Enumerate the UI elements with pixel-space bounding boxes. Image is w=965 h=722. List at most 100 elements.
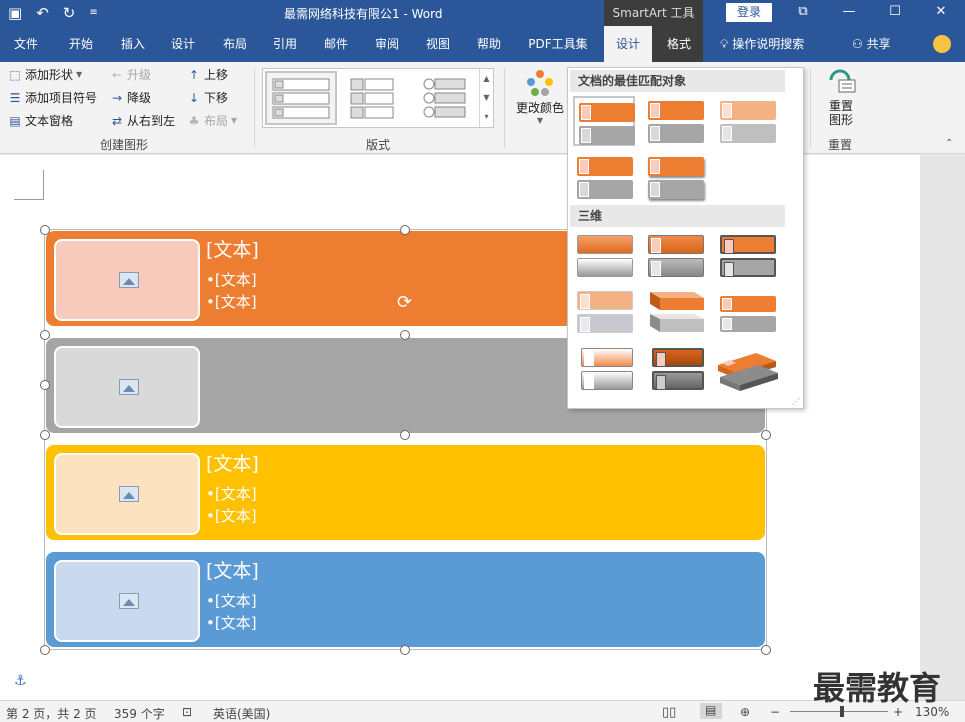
style-3d-cartoon[interactable] xyxy=(716,230,778,280)
change-colors-button[interactable]: 更改颜色 ▼ xyxy=(512,68,568,128)
resize-handle[interactable] xyxy=(40,330,50,340)
vertical-scrollbar[interactable] xyxy=(920,155,965,700)
picture-placeholder[interactable] xyxy=(54,346,200,428)
read-mode-icon[interactable]: ▯▯ xyxy=(662,705,676,720)
style-moderate-effect[interactable] xyxy=(573,152,635,202)
tab-design[interactable]: 设计 xyxy=(160,26,206,62)
style-3d-perspective[interactable] xyxy=(716,343,778,393)
add-shape-button[interactable]: ⬚ 添加形状 ▼ xyxy=(8,66,82,83)
language-indicator[interactable]: 英语(美国) xyxy=(213,705,270,722)
row-bullet[interactable]: •[文本] xyxy=(206,590,257,611)
move-down-button[interactable]: ↓ 下移 xyxy=(187,89,228,106)
proofing-icon[interactable]: ⊡ xyxy=(182,705,192,719)
layout-button[interactable]: ♣ 布局 ▼ xyxy=(187,112,238,129)
close-button[interactable]: ✕ xyxy=(918,0,964,26)
undo-icon[interactable]: ↶ xyxy=(36,3,49,23)
row-title[interactable]: [文本] xyxy=(206,556,259,583)
resize-handle[interactable] xyxy=(761,430,771,440)
style-3d-polished[interactable] xyxy=(573,230,635,280)
save-icon[interactable]: ▣ xyxy=(8,3,22,23)
move-up-button[interactable]: ↑ 上移 xyxy=(187,66,228,83)
picture-placeholder[interactable] xyxy=(54,560,200,642)
row-bullet[interactable]: •[文本] xyxy=(206,612,257,633)
smiley-icon[interactable] xyxy=(933,35,951,53)
collapse-ribbon-icon[interactable]: ⌃ xyxy=(945,138,953,149)
row-bullet[interactable]: •[文本] xyxy=(206,505,257,526)
maximize-button[interactable]: ☐ xyxy=(872,0,918,26)
share-button[interactable]: ⚇ 共享 xyxy=(852,26,891,62)
zoom-slider-track[interactable] xyxy=(790,711,888,712)
resize-handle[interactable] xyxy=(40,430,50,440)
tab-insert[interactable]: 插入 xyxy=(110,26,156,62)
resize-handle[interactable] xyxy=(400,430,410,440)
text-pane-button[interactable]: ▤ 文本窗格 xyxy=(8,112,73,129)
add-bullet-button[interactable]: ☰ 添加项目符号 xyxy=(8,89,97,106)
word-count[interactable]: 359 个字 xyxy=(114,705,165,722)
style-3d-metallic[interactable] xyxy=(573,343,635,393)
smartart-tools-label: SmartArt 工具 xyxy=(604,0,703,26)
picture-placeholder[interactable] xyxy=(54,453,200,535)
tab-layout[interactable]: 布局 xyxy=(212,26,258,62)
tab-smartart-format[interactable]: 格式 xyxy=(656,26,702,62)
row-title[interactable]: [文本] xyxy=(206,449,259,476)
row-bullet[interactable]: •[文本] xyxy=(206,291,257,312)
tab-file[interactable]: 文件 xyxy=(4,26,48,62)
style-3d-powder[interactable] xyxy=(573,286,635,336)
tab-home[interactable]: 开始 xyxy=(58,26,104,62)
tab-references[interactable]: 引用 xyxy=(262,26,308,62)
scroll-down-icon[interactable]: ▼ xyxy=(480,88,493,107)
reset-graphic-button[interactable]: 重置 图形 xyxy=(818,66,864,132)
style-white-outline[interactable] xyxy=(644,96,706,146)
style-3d-brick-scene[interactable] xyxy=(644,286,706,336)
minimize-button[interactable]: — xyxy=(826,0,872,26)
login-button[interactable]: 登录 xyxy=(726,3,772,22)
row-bullet[interactable]: •[文本] xyxy=(206,269,257,290)
style-3d-inset[interactable] xyxy=(644,230,706,280)
zoom-out-button[interactable]: − xyxy=(770,705,780,719)
resize-handle[interactable] xyxy=(40,225,50,235)
smartart-row-3[interactable]: [文本] •[文本] •[文本] xyxy=(46,445,765,540)
style-3d-flat-scene[interactable] xyxy=(716,286,778,336)
style-swatch-mini xyxy=(584,351,594,366)
picture-placeholder[interactable] xyxy=(54,239,200,321)
tab-view[interactable]: 视图 xyxy=(415,26,461,62)
style-simple-fill[interactable] xyxy=(573,96,635,146)
tell-me-search[interactable]: 💡︎ 操作说明搜索 xyxy=(720,26,804,62)
scroll-up-icon[interactable]: ▲ xyxy=(480,69,493,88)
print-layout-button[interactable]: ▤ xyxy=(700,703,722,719)
style-subtle-effect[interactable] xyxy=(716,96,778,146)
style-3d-sunset[interactable] xyxy=(644,343,706,393)
page-count[interactable]: 第 2 页，共 2 页 xyxy=(6,705,97,722)
tab-help[interactable]: 帮助 xyxy=(466,26,512,62)
resize-handle[interactable] xyxy=(761,645,771,655)
layout-thumb-1[interactable] xyxy=(265,71,337,125)
gallery-scroll[interactable]: ▲ ▼ ▾ xyxy=(479,69,493,127)
tab-mailings[interactable]: 邮件 xyxy=(313,26,359,62)
resize-handle[interactable] xyxy=(400,645,410,655)
smartart-row-4[interactable]: [文本] •[文本] •[文本] xyxy=(46,552,765,647)
tab-review[interactable]: 审阅 xyxy=(364,26,410,62)
rotate-handle-icon[interactable]: ⟳ xyxy=(397,292,412,313)
promote-button[interactable]: ← 升级 xyxy=(110,66,151,83)
customize-icon[interactable]: ≡ xyxy=(89,3,97,23)
demote-button[interactable]: → 降级 xyxy=(110,89,151,106)
layout-thumb-3[interactable] xyxy=(415,71,487,125)
web-layout-icon[interactable]: ⊕ xyxy=(740,705,750,719)
tab-pdf-tools[interactable]: PDF工具集 xyxy=(520,26,596,62)
row-bullet[interactable]: •[文本] xyxy=(206,483,257,504)
row-title[interactable]: [文本] xyxy=(206,235,259,262)
ribbon-display-button[interactable]: ⧉ xyxy=(780,0,826,26)
right-to-left-button[interactable]: ⇄ 从右到左 xyxy=(110,112,175,129)
resize-handle[interactable] xyxy=(40,380,50,390)
resize-grip-icon[interactable]: ⋰ xyxy=(792,397,800,406)
resize-handle[interactable] xyxy=(40,645,50,655)
resize-handle[interactable] xyxy=(400,225,410,235)
layout-thumb-2[interactable] xyxy=(343,71,415,125)
more-icon[interactable]: ▾ xyxy=(480,107,493,126)
tab-smartart-design[interactable]: 设计 xyxy=(604,26,652,62)
style-swatch-top xyxy=(720,235,776,254)
redo-icon[interactable]: ↻ xyxy=(63,3,76,23)
style-swatch-mini xyxy=(722,126,732,141)
resize-handle[interactable] xyxy=(400,330,410,340)
style-intense-effect[interactable] xyxy=(644,152,706,202)
